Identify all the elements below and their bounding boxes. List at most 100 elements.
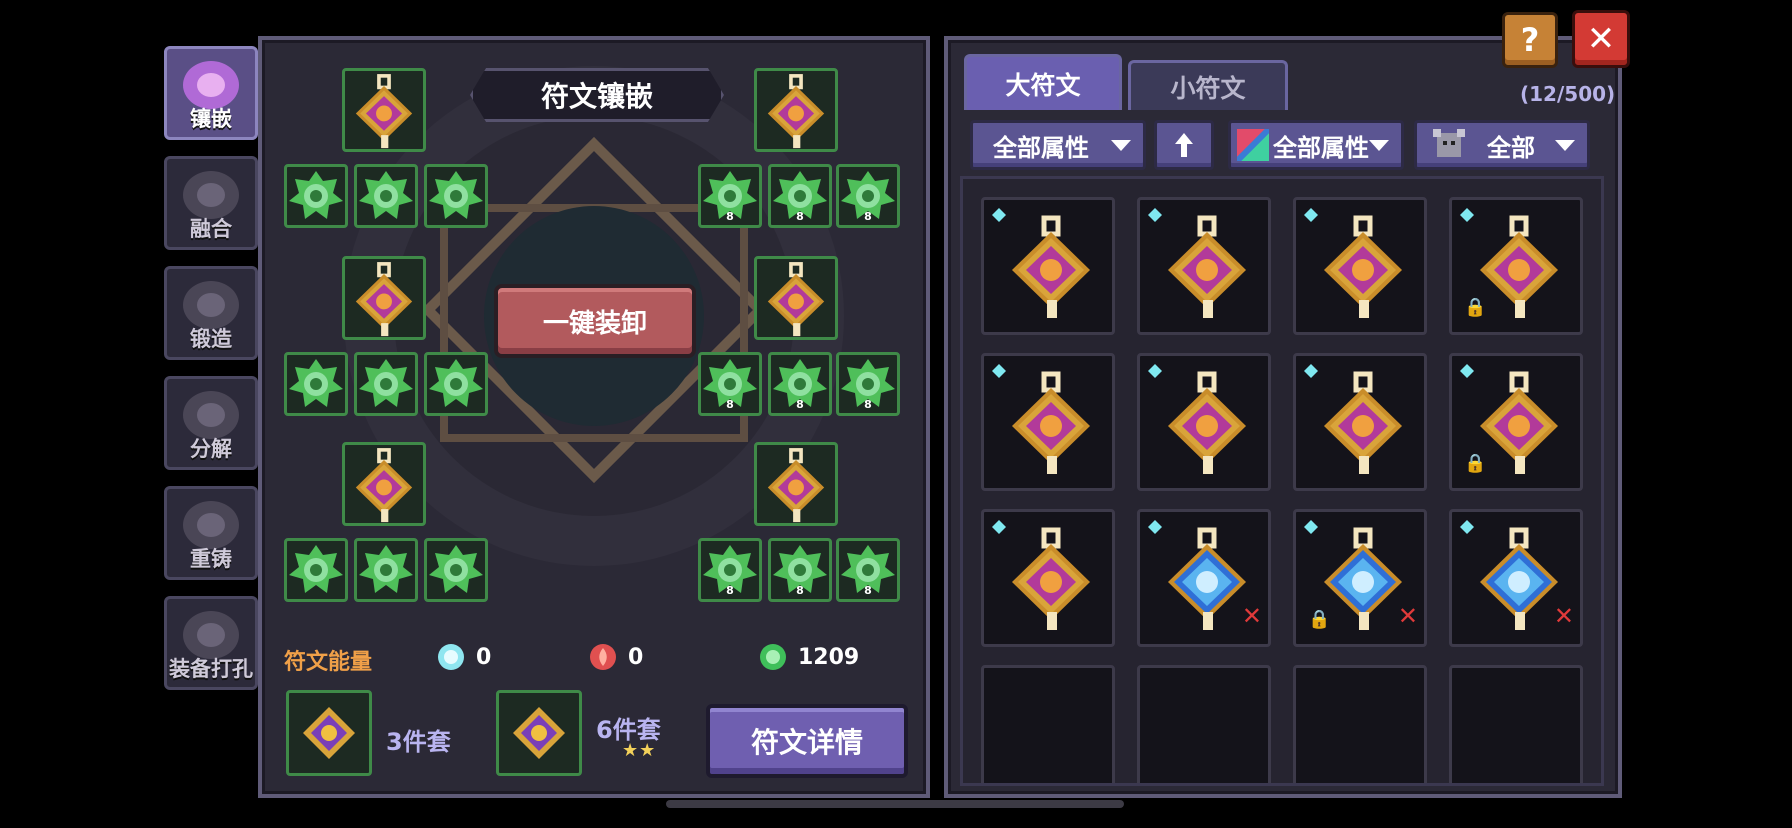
small-rune-slot[interactable]: 8 (698, 538, 762, 602)
big-rune-icon (1162, 214, 1252, 322)
rune-level: 8 (796, 584, 804, 597)
color-palette-icon (1237, 129, 1269, 161)
small-rune-icon (357, 167, 415, 229)
diamond-icon (1148, 364, 1162, 378)
chevron-down-icon (1369, 139, 1389, 151)
side-tab-1[interactable]: 融合 (164, 156, 258, 250)
rune-inventory-item[interactable]: 🔒 (1449, 353, 1583, 491)
close-button[interactable]: ✕ (1572, 10, 1630, 68)
rune-inventory-item[interactable]: 🔒 ✕ (1293, 509, 1427, 647)
big-rune-icon (1318, 214, 1408, 322)
rune-grid: 🔒 🔒 ✕ 🔒 ✕ ✕ (960, 176, 1604, 786)
rune-inventory-item[interactable]: ✕ (1137, 509, 1271, 647)
side-tab-3[interactable]: 分解 (164, 376, 258, 470)
rune-inventory-item[interactable]: 🔒 (1449, 197, 1583, 335)
side-tab-label: 装备打孔 (169, 657, 253, 681)
small-rune-slot[interactable]: 8 (768, 352, 832, 416)
big-rune-icon (1474, 214, 1564, 322)
tab-big-rune[interactable]: 大符文 (964, 54, 1122, 110)
empty-rune-cell[interactable] (981, 665, 1115, 783)
small-rune-slot[interactable]: 8 (768, 538, 832, 602)
small-rune-icon (357, 541, 415, 603)
big-rune-slot[interactable] (754, 442, 838, 526)
small-rune-slot[interactable] (354, 164, 418, 228)
rune-inventory-item[interactable] (1293, 197, 1427, 335)
big-rune-icon (763, 73, 829, 155)
rune-level: 8 (796, 398, 804, 411)
horizontal-scrollbar[interactable] (666, 800, 1124, 808)
small-rune-icon (287, 167, 345, 229)
lock-icon: 🔒 (1464, 297, 1487, 318)
rune-inventory-item[interactable] (981, 197, 1115, 335)
small-rune-slot[interactable]: 8 (836, 164, 900, 228)
rune-level: 8 (726, 584, 734, 597)
big-rune-slot[interactable] (754, 256, 838, 340)
rune-inventory-item[interactable] (1293, 353, 1427, 491)
small-rune-slot[interactable] (284, 538, 348, 602)
set-3-slot[interactable] (286, 690, 372, 776)
small-rune-slot[interactable]: 8 (836, 352, 900, 416)
side-tab-2[interactable]: 锻造 (164, 266, 258, 360)
rune-set-icon (303, 707, 355, 759)
chevron-down-icon (1111, 139, 1131, 151)
big-rune-icon (763, 261, 829, 343)
small-rune-slot[interactable]: 8 (698, 164, 762, 228)
arrow-up-icon (1175, 133, 1193, 157)
small-rune-slot[interactable]: 8 (768, 164, 832, 228)
unequip-all-button[interactable]: 一键装卸 (494, 284, 696, 358)
small-rune-slot[interactable]: 8 (836, 538, 900, 602)
big-rune-slot[interactable] (342, 68, 426, 152)
small-rune-slot[interactable] (284, 164, 348, 228)
rune-detail-button[interactable]: 符文详情 (706, 704, 908, 778)
rune-count: (12/500) (1520, 82, 1616, 106)
remove-mark-icon: ✕ (1397, 602, 1418, 630)
small-rune-slot[interactable] (424, 538, 488, 602)
empty-rune-cell[interactable] (1449, 665, 1583, 783)
big-rune-slot[interactable] (342, 442, 426, 526)
small-rune-slot[interactable] (354, 352, 418, 416)
big-rune-slot[interactable] (754, 68, 838, 152)
big-rune-slot[interactable] (342, 256, 426, 340)
big-rune-icon (1006, 370, 1096, 478)
tab-small-rune[interactable]: 小符文 (1128, 60, 1288, 110)
empty-rune-cell[interactable] (1293, 665, 1427, 783)
set-3-label: 3件套 (386, 728, 451, 756)
chevron-down-icon (1555, 139, 1575, 151)
small-rune-icon (357, 355, 415, 417)
rune-inventory-item[interactable] (1137, 197, 1271, 335)
small-rune-slot[interactable] (424, 164, 488, 228)
small-rune-icon (287, 355, 345, 417)
side-tab-5[interactable]: 装备打孔 (164, 596, 258, 690)
help-button[interactable]: ? (1502, 12, 1558, 68)
side-tab-0[interactable]: 镶嵌 (164, 46, 258, 140)
rune-inventory-item[interactable] (981, 509, 1115, 647)
rune-inventory-item[interactable] (1137, 353, 1271, 491)
small-rune-slot[interactable] (284, 352, 348, 416)
big-rune-icon (1006, 214, 1096, 322)
rune-inventory-item[interactable] (981, 353, 1115, 491)
energy-blue-value: 0 (476, 644, 492, 670)
set-6-slot[interactable] (496, 690, 582, 776)
type-filter-dropdown[interactable]: 全部 (1414, 120, 1590, 170)
socket-title: 符文镶嵌 (470, 68, 724, 122)
diamond-icon (992, 208, 1006, 222)
side-tab-4[interactable]: 重铸 (164, 486, 258, 580)
big-rune-icon (1318, 370, 1408, 478)
small-rune-slot[interactable] (424, 352, 488, 416)
empty-rune-cell[interactable] (1137, 665, 1271, 783)
rune-level: 8 (864, 398, 872, 411)
small-rune-slot[interactable] (354, 538, 418, 602)
sort-button[interactable] (1154, 120, 1214, 170)
remove-mark-icon: ✕ (1241, 602, 1262, 630)
rune-inventory-item[interactable]: ✕ (1449, 509, 1583, 647)
remove-mark-icon: ✕ (1553, 602, 1574, 630)
lock-icon: 🔒 (1464, 453, 1487, 474)
rune-level: 8 (864, 210, 872, 223)
color-attribute-filter-dropdown[interactable]: 全部属性 (1228, 120, 1404, 170)
big-rune-icon (1474, 526, 1564, 634)
attribute-filter-label: 全部属性 (993, 133, 1089, 162)
attribute-filter-dropdown[interactable]: 全部属性 (970, 120, 1146, 170)
small-rune-slot[interactable]: 8 (698, 352, 762, 416)
color-attribute-filter-label: 全部属性 (1273, 133, 1369, 162)
small-rune-icon (287, 541, 345, 603)
